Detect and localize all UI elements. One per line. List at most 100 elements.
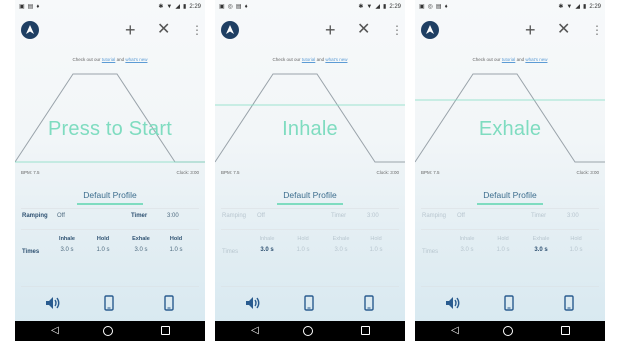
status-time: 2:29 [589, 4, 601, 10]
battery-icon: ▮ [583, 4, 587, 10]
inhale-time[interactable]: 3.0 s [253, 247, 281, 253]
tutorial-link[interactable]: tutorial [502, 57, 516, 62]
overflow-menu-icon[interactable]: ⋮ [191, 22, 203, 38]
ramping-value[interactable]: Off [257, 213, 265, 219]
recents-icon[interactable] [561, 326, 570, 335]
divider [421, 208, 599, 209]
clipboard-notification-icon: ▤ [235, 4, 242, 10]
tutorial-banner: Check out our tutorial and what's new [215, 57, 405, 62]
timer-value[interactable]: 3:00 [367, 213, 379, 219]
tutorial-and: and [516, 57, 525, 62]
ramping-label: Ramping [222, 213, 247, 219]
divider [221, 286, 399, 287]
exhale-header: Exhale [132, 236, 150, 242]
recents-icon[interactable] [361, 326, 370, 335]
hold-2-time[interactable]: 1.0 s [562, 247, 590, 253]
wifi-icon: ▼ [566, 4, 573, 10]
overflow-menu-icon[interactable]: ⋮ [391, 22, 403, 38]
exhale-header: Exhale [532, 236, 550, 242]
back-icon[interactable]: ◁ [51, 324, 59, 338]
app-bar: + ✕ ⋮ [415, 18, 605, 44]
hold-2-time[interactable]: 1.0 s [362, 247, 390, 253]
clipboard-notification-icon: ▤ [435, 4, 442, 10]
start-button[interactable]: Press to Start [15, 118, 205, 141]
close-button[interactable]: ✕ [357, 20, 370, 40]
vibrate-toggle-icon[interactable] [299, 293, 319, 313]
close-button[interactable]: ✕ [557, 20, 570, 40]
ramping-value[interactable]: Off [57, 213, 65, 219]
add-profile-button[interactable]: + [125, 20, 136, 40]
close-button[interactable]: ✕ [157, 20, 170, 40]
inhale-time[interactable]: 3.0 s [453, 247, 481, 253]
times-label: Times [422, 249, 439, 255]
whats-new-link[interactable]: what's new [525, 57, 547, 62]
app-logo-icon[interactable] [21, 21, 39, 39]
status-bar: ▣ ◎ ▤ ♦ ✱ ▼ ◢ ▮ 2:29 [215, 0, 405, 14]
sound-toggle-icon[interactable] [243, 293, 263, 313]
tutorial-text: Check out our [272, 57, 301, 62]
clipboard-notification-icon: ▤ [27, 4, 34, 10]
profile-underline [477, 203, 543, 205]
profile-underline [277, 203, 343, 205]
home-icon[interactable] [503, 326, 513, 336]
whats-new-link[interactable]: what's new [325, 57, 347, 62]
profile-underline [77, 203, 143, 205]
hold-header: Hold [96, 236, 110, 242]
vibrate-toggle-icon[interactable] [499, 293, 519, 313]
divider [21, 286, 199, 287]
divider [221, 208, 399, 209]
hold-2-time[interactable]: 1.0 s [162, 247, 190, 253]
divider [421, 286, 599, 287]
home-icon[interactable] [303, 326, 313, 336]
sound-toggle-icon[interactable] [443, 293, 463, 313]
times-label: Times [22, 249, 40, 255]
tutorial-and: and [316, 57, 325, 62]
tutorial-banner: Check out our tutorial and what's new [15, 57, 205, 62]
tutorial-link[interactable]: tutorial [102, 57, 116, 62]
sound-toggle-icon[interactable] [43, 293, 63, 313]
battery-icon: ▮ [183, 4, 187, 10]
sync-notification-icon: ◎ [427, 4, 433, 10]
inhale-time[interactable]: 3.0 s [53, 247, 81, 253]
phase-label[interactable]: Inhale [215, 118, 405, 141]
phase-label[interactable]: Exhale [415, 118, 605, 141]
times-label: Times [222, 249, 239, 255]
divider [421, 229, 599, 230]
back-icon[interactable]: ◁ [451, 324, 459, 338]
add-profile-button[interactable]: + [325, 20, 336, 40]
profile-selector[interactable]: Default Profile [415, 190, 605, 200]
whats-new-link[interactable]: what's new [125, 57, 147, 62]
ramping-label: Ramping [22, 213, 48, 219]
exhale-time[interactable]: 3.0 s [527, 247, 555, 253]
ramping-value[interactable]: Off [457, 213, 465, 219]
android-nav-bar: ◁ [215, 321, 405, 341]
tutorial-link[interactable]: tutorial [302, 57, 316, 62]
hold-2-header: Hold [370, 236, 382, 242]
status-time: 2:29 [189, 4, 201, 10]
hold-time[interactable]: 1.0 s [89, 247, 117, 253]
app-logo-icon[interactable] [421, 21, 439, 39]
screen-toggle-icon[interactable] [159, 293, 179, 313]
home-icon[interactable] [103, 326, 113, 336]
hold-time[interactable]: 1.0 s [289, 247, 317, 253]
timer-value[interactable]: 3:00 [167, 213, 179, 219]
profile-selector[interactable]: Default Profile [215, 190, 405, 200]
app-logo-icon[interactable] [221, 21, 239, 39]
exhale-time[interactable]: 3.0 s [127, 247, 155, 253]
profile-selector[interactable]: Default Profile [15, 190, 205, 200]
signal-icon: ◢ [575, 4, 580, 10]
hold-time[interactable]: 1.0 s [489, 247, 517, 253]
status-bar: ▣ ▤ ♦ ✱ ▼ ◢ ▮ 2:29 [15, 0, 205, 14]
screen-toggle-icon[interactable] [559, 293, 579, 313]
back-icon[interactable]: ◁ [251, 324, 259, 338]
vibrate-toggle-icon[interactable] [99, 293, 119, 313]
signal-icon: ◢ [175, 4, 180, 10]
screen-toggle-icon[interactable] [359, 293, 379, 313]
exhale-time[interactable]: 3.0 s [327, 247, 355, 253]
overflow-menu-icon[interactable]: ⋮ [591, 22, 603, 38]
status-bar: ▣ ◎ ▤ ♦ ✱ ▼ ◢ ▮ 2:29 [415, 0, 605, 14]
add-profile-button[interactable]: + [525, 20, 536, 40]
recents-icon[interactable] [161, 326, 170, 335]
timer-value[interactable]: 3:00 [567, 213, 579, 219]
hold-2-header: Hold [570, 236, 582, 242]
